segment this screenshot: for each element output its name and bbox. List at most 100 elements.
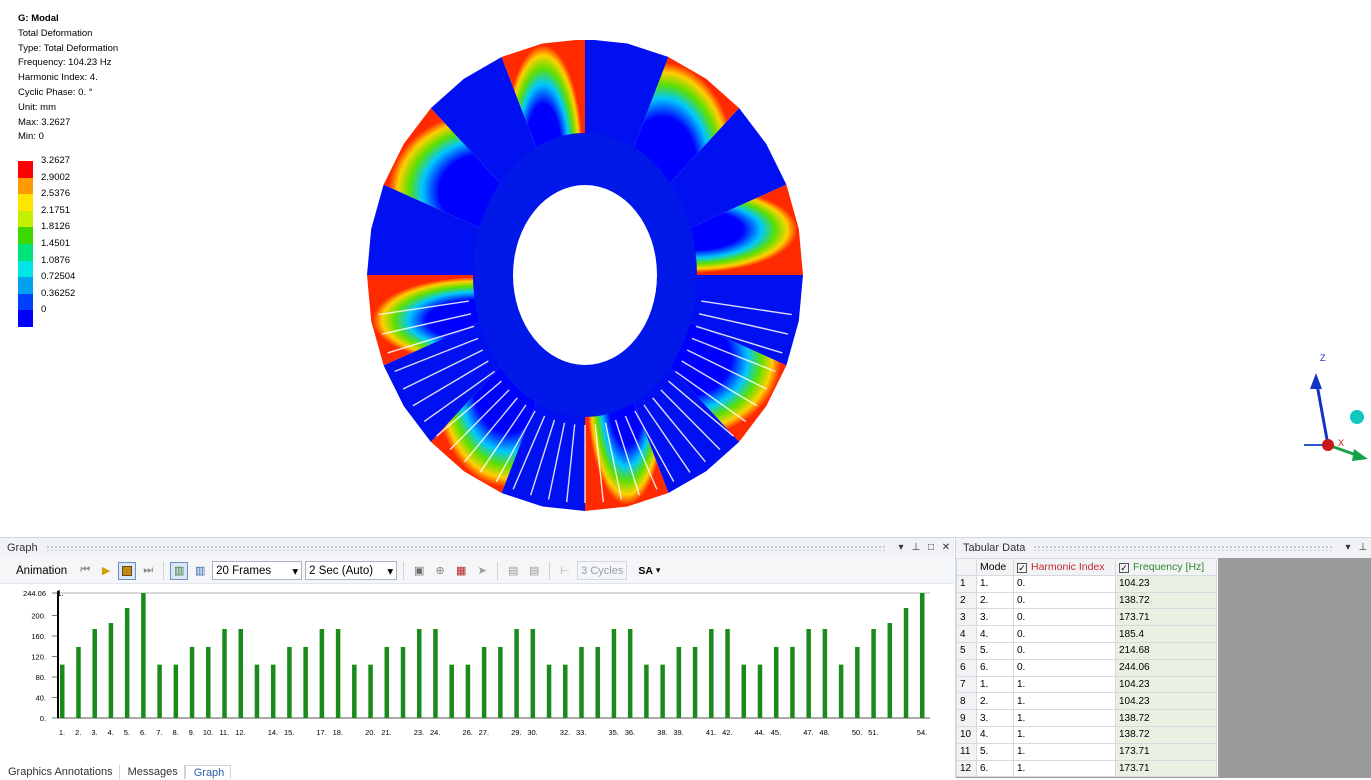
frequency-bar[interactable]	[108, 623, 114, 718]
frequency-bar[interactable]	[222, 629, 227, 718]
frequency-bar[interactable]	[563, 664, 568, 718]
mode-cell[interactable]: 6.	[976, 658, 1014, 677]
frequency-cell[interactable]: 173.71	[1115, 759, 1217, 778]
stop-button[interactable]	[118, 561, 137, 580]
frequency-bar[interactable]	[838, 664, 844, 718]
sa-button[interactable]: SA	[638, 565, 653, 577]
frequency-bar[interactable]	[530, 629, 536, 718]
tab-graphics-annotations[interactable]: Graphics Annotations	[0, 765, 120, 779]
harmonic-index-cell[interactable]: 0.	[1013, 625, 1116, 643]
frequency-bar[interactable]	[725, 629, 730, 718]
frequency-cell[interactable]: 138.72	[1115, 725, 1217, 744]
duration-select[interactable]: 2 Sec (Auto) ▾	[305, 561, 398, 580]
harmonic-index-cell[interactable]: 1.	[1013, 709, 1116, 727]
harmonic-index-cell[interactable]: 1.	[1013, 742, 1116, 761]
contour-legend[interactable]: 3.2627 2.9002 2.5376 2.1751 1.8126 1.4501 1.08…	[18, 155, 75, 327]
frequency-bar[interactable]	[773, 646, 779, 718]
frequency-bar[interactable]	[368, 664, 373, 718]
frequency-bar[interactable]	[433, 629, 438, 718]
frequency-bar[interactable]	[757, 664, 763, 718]
frequency-cell[interactable]: 173.71	[1115, 608, 1217, 627]
row-number-cell[interactable]: 1	[956, 574, 977, 593]
frequency-cell[interactable]: 185.4	[1115, 625, 1217, 643]
graphics-viewport[interactable]: G: Modal Total Deformation Type: Total D…	[0, 0, 1371, 536]
table-row[interactable]: 3 3. 0. 173.71	[956, 608, 1217, 627]
frequency-bar[interactable]	[449, 664, 454, 718]
frequency-bar[interactable]	[238, 629, 243, 718]
harmonic-index-cell[interactable]: 1.	[1013, 759, 1116, 778]
panel-grip[interactable]	[45, 545, 886, 551]
previous-frame-button[interactable]: ⏮	[76, 562, 94, 580]
frequency-bar-chart[interactable]: 244.06 200. 160. 120. 80. 40. 0. 1. 2. 3. 4. 5. 6. 7…	[0, 585, 950, 765]
panel-menu-icon[interactable]: ▾	[1341, 541, 1355, 555]
frequency-column-header[interactable]: ✓ Frequency [Hz]	[1115, 558, 1217, 576]
frequency-bar[interactable]	[141, 593, 146, 718]
legend-label[interactable]: 1.8126	[41, 221, 70, 232]
row-number-cell[interactable]: 2	[956, 591, 977, 610]
table-row[interactable]: 1 1. 0. 104.23	[956, 574, 1217, 593]
mode-cell[interactable]: 3.	[976, 709, 1014, 727]
mode-cell[interactable]: 2.	[976, 692, 1014, 711]
frequency-bar[interactable]	[595, 646, 600, 718]
harmonic-index-cell[interactable]: 0.	[1013, 591, 1116, 610]
row-number-cell[interactable]: 6	[956, 658, 977, 677]
frequency-cell[interactable]: 138.72	[1115, 591, 1217, 610]
mode-cell[interactable]: 6.	[976, 759, 1014, 778]
select-mesh-button[interactable]: ▤	[504, 562, 522, 580]
frequency-bar[interactable]	[676, 646, 682, 718]
frequency-bar[interactable]	[920, 593, 925, 718]
zoom-to-fit-button[interactable]: ⊕	[431, 562, 449, 580]
legend-label[interactable]: 0.36252	[41, 288, 75, 299]
row-number-cell[interactable]: 3	[956, 608, 977, 627]
frequency-bar[interactable]	[352, 664, 357, 718]
mode-column-header[interactable]: Mode	[976, 558, 1014, 576]
frequency-bar[interactable]	[871, 629, 876, 718]
mode-cell[interactable]: 5.	[976, 742, 1014, 761]
legend-label[interactable]: 0.72504	[41, 271, 75, 282]
next-frame-button[interactable]: ⏭	[139, 562, 157, 580]
frequency-bar[interactable]	[579, 646, 584, 718]
frequency-bar[interactable]	[254, 664, 260, 718]
legend-label[interactable]: 2.9002	[41, 172, 70, 183]
mode-cell[interactable]: 2.	[976, 591, 1014, 610]
frequency-bar[interactable]	[206, 646, 211, 718]
frequency-cell[interactable]: 104.23	[1115, 574, 1217, 593]
frequency-bar[interactable]	[76, 646, 81, 718]
frequency-bar[interactable]	[189, 646, 195, 718]
frequency-bar[interactable]	[384, 646, 390, 718]
tab-messages[interactable]: Messages	[120, 765, 185, 779]
legend-label[interactable]: 2.5376	[41, 188, 70, 199]
close-icon[interactable]: ✕	[939, 541, 953, 555]
harmonic-index-checkbox[interactable]: ✓	[1017, 562, 1027, 573]
contour-colors-button[interactable]: ▦	[452, 562, 470, 580]
table-row[interactable]: 6 6. 0. 244.06	[956, 658, 1217, 677]
frequency-bar[interactable]	[903, 608, 909, 718]
legend-label[interactable]: 1.4501	[41, 238, 70, 249]
legend-label[interactable]: 2.1751	[41, 205, 70, 216]
frequency-bar[interactable]	[416, 629, 422, 718]
frequency-bar[interactable]	[741, 664, 747, 718]
row-number-cell[interactable]: 4	[956, 625, 977, 643]
pin-icon[interactable]: ⊥	[1356, 541, 1370, 555]
frequency-bar[interactable]	[822, 629, 828, 718]
frequency-bar[interactable]	[270, 664, 276, 718]
frequency-bar[interactable]	[498, 646, 503, 718]
frequency-bar[interactable]	[660, 664, 665, 718]
table-row[interactable]: 12 6. 1. 173.71	[956, 759, 1217, 778]
harmonic-index-cell[interactable]: 1.	[1013, 675, 1116, 694]
row-number-cell[interactable]: 7	[956, 675, 977, 694]
table-row[interactable]: 9 3. 1. 138.72	[956, 709, 1217, 727]
frames-select[interactable]: 20 Frames ▾	[212, 561, 303, 580]
pin-icon[interactable]: ⊥	[909, 541, 923, 555]
table-row[interactable]: 4 4. 0. 185.4	[956, 625, 1217, 643]
frequency-cell[interactable]: 244.06	[1115, 658, 1217, 677]
harmonic-index-cell[interactable]: 0.	[1013, 574, 1116, 593]
panel-menu-icon[interactable]: ▾	[894, 541, 908, 555]
frequency-bar[interactable]	[287, 646, 292, 718]
table-row[interactable]: 8 2. 1. 104.23	[956, 692, 1217, 711]
frequency-bar[interactable]	[124, 608, 130, 718]
row-number-cell[interactable]: 9	[956, 709, 977, 727]
frequency-checkbox[interactable]: ✓	[1119, 562, 1129, 573]
mode-cell[interactable]: 5.	[976, 641, 1014, 660]
frequency-bar[interactable]	[611, 629, 617, 718]
